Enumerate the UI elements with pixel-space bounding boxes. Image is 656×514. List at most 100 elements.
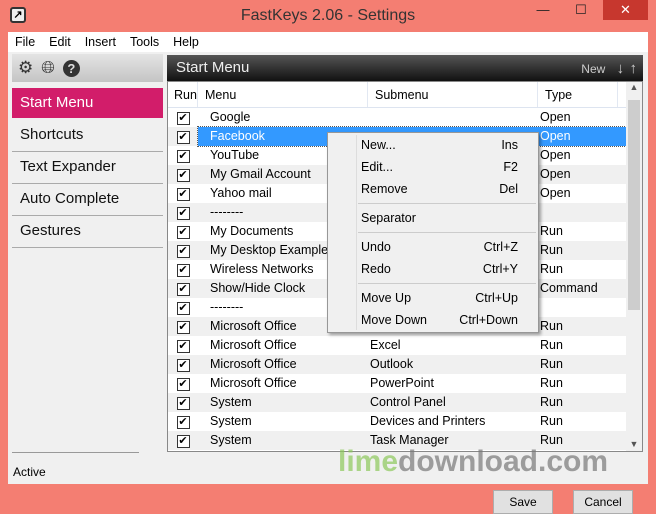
run-checkbox[interactable]: ✔ bbox=[168, 393, 198, 412]
sidebar-item-gestures[interactable]: Gestures bbox=[12, 216, 163, 248]
column-run[interactable]: Run bbox=[168, 82, 198, 107]
run-checkbox[interactable]: ✔ bbox=[168, 203, 198, 222]
check-icon: ✔ bbox=[176, 169, 190, 182]
save-button[interactable]: Save bbox=[493, 490, 553, 514]
submenu-cell: Devices and Printers bbox=[370, 414, 486, 428]
run-checkbox[interactable]: ✔ bbox=[168, 374, 198, 393]
context-item-move-down[interactable]: Move Down Ctrl+Down bbox=[328, 309, 538, 331]
item-label: Redo bbox=[361, 262, 391, 276]
menu-cell: Microsoft Office bbox=[210, 357, 297, 371]
vertical-scrollbar[interactable]: ▲ ▼ bbox=[626, 82, 642, 451]
sidebar-toolbar: ⚙ 🌐︎ ? bbox=[12, 54, 163, 82]
menu-separator bbox=[358, 283, 536, 284]
run-checkbox[interactable]: ✔ bbox=[168, 127, 198, 146]
check-icon: ✔ bbox=[176, 321, 190, 334]
table-row[interactable]: ✔ Microsoft Office Outlook Run bbox=[168, 355, 642, 374]
run-checkbox[interactable]: ✔ bbox=[168, 165, 198, 184]
gear-icon[interactable]: ⚙ bbox=[18, 58, 33, 78]
table-row[interactable]: ✔ Google Open bbox=[168, 108, 642, 127]
run-checkbox[interactable]: ✔ bbox=[168, 298, 198, 317]
menu-cell: Google bbox=[210, 110, 251, 124]
menu-file[interactable]: File bbox=[8, 32, 42, 52]
help-icon[interactable]: ? bbox=[62, 59, 80, 77]
check-icon: ✔ bbox=[176, 264, 190, 277]
close-button[interactable]: ✕ bbox=[603, 0, 648, 20]
maximize-button[interactable]: ☐ bbox=[566, 0, 596, 20]
check-icon: ✔ bbox=[176, 283, 190, 296]
run-checkbox[interactable]: ✔ bbox=[168, 241, 198, 260]
column-type[interactable]: Type bbox=[538, 82, 618, 107]
item-label: Edit... bbox=[361, 160, 393, 174]
globe-icon[interactable]: 🌐︎ bbox=[41, 58, 55, 78]
run-checkbox[interactable]: ✔ bbox=[168, 108, 198, 127]
menu-separator bbox=[358, 232, 536, 233]
check-icon: ✔ bbox=[176, 416, 190, 429]
sidebar-item-auto-complete[interactable]: Auto Complete bbox=[12, 184, 163, 216]
run-checkbox[interactable]: ✔ bbox=[168, 317, 198, 336]
context-item-new[interactable]: New... Ins bbox=[328, 134, 538, 156]
submenu-cell: Control Panel bbox=[370, 395, 446, 409]
table-row[interactable]: ✔ System Control Panel Run bbox=[168, 393, 642, 412]
sidebar-item-text-expander[interactable]: Text Expander bbox=[12, 152, 163, 184]
run-checkbox[interactable]: ✔ bbox=[168, 412, 198, 431]
check-icon: ✔ bbox=[176, 302, 190, 315]
item-shortcut: Del bbox=[499, 182, 518, 196]
menu-cell: Microsoft Office bbox=[210, 338, 297, 352]
table-row[interactable]: ✔ Microsoft Office Excel Run bbox=[168, 336, 642, 355]
check-icon: ✔ bbox=[176, 378, 190, 391]
column-menu[interactable]: Menu bbox=[198, 82, 368, 107]
sidebar-nav: Start Menu Shortcuts Text Expander Auto … bbox=[12, 88, 163, 248]
run-checkbox[interactable]: ✔ bbox=[168, 222, 198, 241]
move-down-icon[interactable]: ↓ bbox=[617, 60, 625, 77]
context-item-undo[interactable]: Undo Ctrl+Z bbox=[328, 236, 538, 258]
sidebar-item-start-menu[interactable]: Start Menu bbox=[12, 88, 163, 118]
run-checkbox[interactable]: ✔ bbox=[168, 184, 198, 203]
table-row[interactable]: ✔ Microsoft Office PowerPoint Run bbox=[168, 374, 642, 393]
context-item-move-up[interactable]: Move Up Ctrl+Up bbox=[328, 287, 538, 309]
menu-tools[interactable]: Tools bbox=[123, 32, 166, 52]
menu-bar: File Edit Insert Tools Help bbox=[8, 32, 648, 52]
context-item-separator[interactable]: Separator bbox=[328, 207, 538, 229]
item-label: Undo bbox=[361, 240, 391, 254]
menu-help[interactable]: Help bbox=[166, 32, 206, 52]
item-label: Move Down bbox=[361, 313, 427, 327]
context-item-redo[interactable]: Redo Ctrl+Y bbox=[328, 258, 538, 280]
check-icon: ✔ bbox=[176, 359, 190, 372]
context-item-edit[interactable]: Edit... F2 bbox=[328, 156, 538, 178]
item-label: Remove bbox=[361, 182, 408, 196]
cancel-button[interactable]: Cancel bbox=[573, 490, 633, 514]
check-icon: ✔ bbox=[176, 397, 190, 410]
submenu-cell: Excel bbox=[370, 338, 401, 352]
table-row[interactable]: ✔ System Devices and Printers Run bbox=[168, 412, 642, 431]
item-label: Move Up bbox=[361, 291, 412, 305]
run-checkbox[interactable]: ✔ bbox=[168, 355, 198, 374]
menu-insert[interactable]: Insert bbox=[78, 32, 123, 52]
scroll-up-icon[interactable]: ▲ bbox=[626, 82, 642, 92]
scroll-thumb[interactable] bbox=[628, 100, 640, 310]
new-button[interactable]: New bbox=[581, 62, 605, 76]
menu-edit[interactable]: Edit bbox=[42, 32, 78, 52]
submenu-cell bbox=[368, 108, 538, 127]
submenu-cell: Outlook bbox=[370, 357, 414, 371]
run-checkbox[interactable]: ✔ bbox=[168, 260, 198, 279]
run-checkbox[interactable]: ✔ bbox=[168, 146, 198, 165]
run-checkbox[interactable]: ✔ bbox=[168, 336, 198, 355]
minimize-button[interactable]: — bbox=[528, 0, 558, 20]
menu-cell: Microsoft Office bbox=[210, 376, 297, 390]
panel-title: Start Menu bbox=[176, 59, 250, 76]
item-shortcut: F2 bbox=[503, 160, 518, 174]
item-shortcut: Ctrl+Up bbox=[475, 291, 518, 305]
menu-cell: System bbox=[210, 414, 252, 428]
submenu-cell: PowerPoint bbox=[370, 376, 434, 390]
run-checkbox[interactable]: ✔ bbox=[168, 431, 198, 450]
item-shortcut: Ctrl+Y bbox=[482, 262, 518, 276]
check-icon: ✔ bbox=[176, 112, 190, 125]
run-checkbox[interactable]: ✔ bbox=[168, 279, 198, 298]
check-icon: ✔ bbox=[176, 150, 190, 163]
column-submenu[interactable]: Submenu bbox=[368, 82, 538, 107]
panel-header: Start Menu New ↓ ↑ bbox=[167, 55, 643, 81]
move-up-icon[interactable]: ↑ bbox=[630, 60, 638, 77]
sidebar-item-shortcuts[interactable]: Shortcuts bbox=[12, 120, 163, 152]
context-item-remove[interactable]: Remove Del bbox=[328, 178, 538, 200]
menu-cell: System bbox=[210, 395, 252, 409]
